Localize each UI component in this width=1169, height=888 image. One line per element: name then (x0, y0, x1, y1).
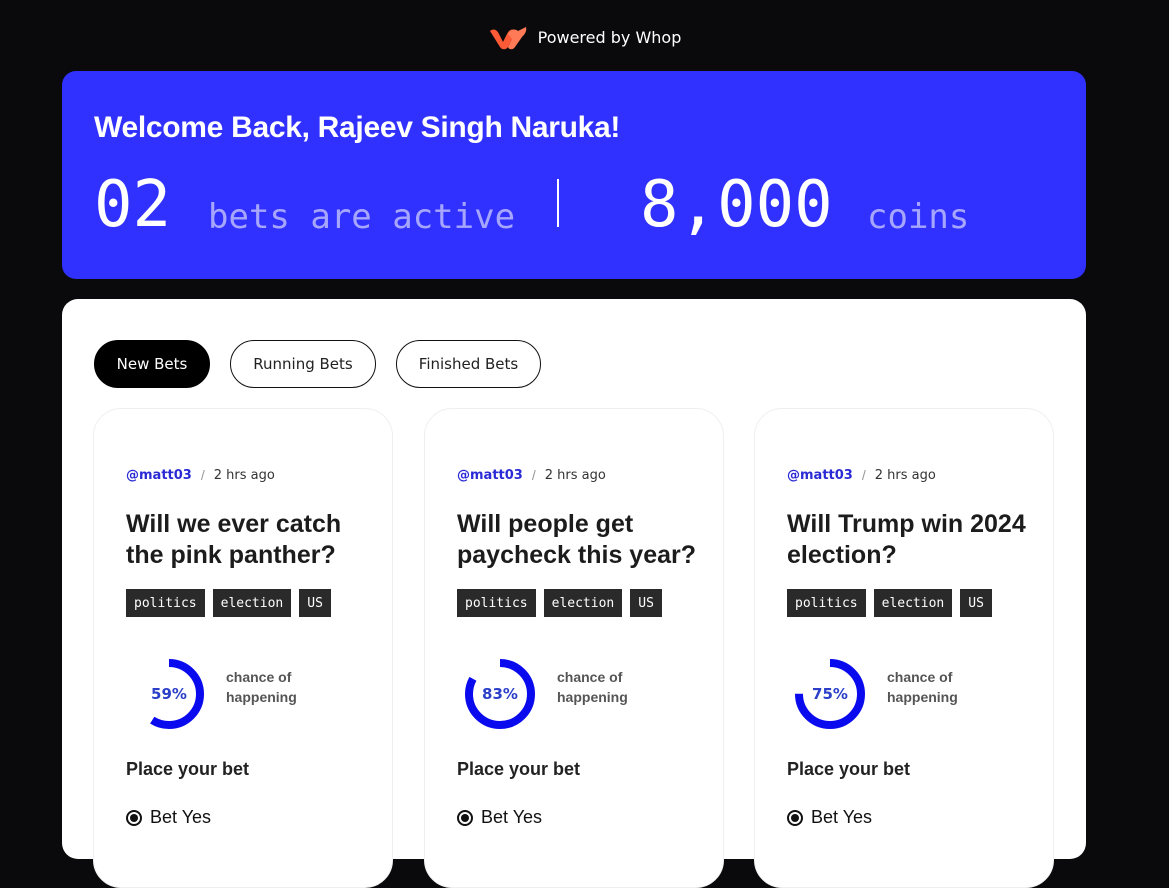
chance-label: chance of happening (226, 669, 297, 705)
radio-button[interactable] (126, 809, 142, 826)
tab-finished-bets[interactable]: Finished Bets (396, 340, 541, 388)
bet-card[interactable]: @matt03 / 2 hrs ago Will people get payc… (424, 408, 724, 888)
author-link[interactable]: @matt03 (787, 468, 853, 483)
bet-card[interactable]: @matt03 / 2 hrs ago Will Trump win 2024 … (754, 408, 1054, 888)
stat-divider (557, 179, 559, 227)
chance-label: chance of happening (887, 669, 958, 705)
radio-selected-dot (791, 813, 799, 822)
author-link[interactable]: @matt03 (126, 468, 192, 483)
tag[interactable]: US (630, 589, 662, 617)
tag[interactable]: politics (787, 589, 866, 617)
place-bet-heading: Place your bet (457, 759, 581, 779)
radio-selected-dot (461, 813, 469, 822)
radio-selected-dot (130, 813, 138, 822)
chance-percent: 59% (151, 685, 187, 703)
powered-by[interactable]: Powered by Whop (488, 25, 682, 51)
bet-yes-label: Bet Yes (811, 807, 873, 827)
tab-new-bets[interactable]: New Bets (94, 340, 210, 388)
radio-button[interactable] (787, 809, 803, 826)
meta-separator: / (861, 467, 866, 483)
active-bets-count: 02 (94, 168, 172, 242)
bet-meta: @matt03 / 2 hrs ago (126, 467, 275, 483)
bet-yes-label: Bet Yes (150, 807, 212, 827)
tag[interactable]: politics (457, 589, 536, 617)
coins-count: 8,000 (640, 168, 833, 242)
radio-button[interactable] (457, 809, 473, 826)
time-ago: 2 hrs ago (213, 467, 275, 483)
bet-question: Will we ever catch the pink panther? (126, 510, 342, 569)
place-bet-heading: Place your bet (787, 759, 911, 779)
welcome-title: Welcome Back, Rajeev Singh Naruka! (94, 111, 621, 144)
tag[interactable]: US (299, 589, 331, 617)
bet-card[interactable]: @matt03 / 2 hrs ago Will we ever catch t… (93, 408, 393, 888)
chance-percent: 75% (812, 685, 848, 703)
bet-yes-label: Bet Yes (481, 807, 543, 827)
chance-label: chance of happening (557, 669, 628, 705)
time-ago: 2 hrs ago (544, 467, 606, 483)
active-bets-label: bets are active (208, 197, 516, 237)
tab-running-bets[interactable]: Running Bets (230, 340, 376, 388)
tag-list: politics election US (457, 589, 662, 617)
time-ago: 2 hrs ago (874, 467, 936, 483)
tag[interactable]: US (960, 589, 992, 617)
whop-logo-icon (489, 26, 526, 49)
tag[interactable]: election (212, 589, 292, 617)
welcome-banner: Welcome Back, Rajeev Singh Naruka! 02 be… (62, 71, 1086, 279)
meta-separator: / (531, 467, 536, 483)
bet-yes-option[interactable]: Bet Yes (787, 807, 872, 828)
meta-separator: / (200, 467, 205, 483)
author-link[interactable]: @matt03 (457, 468, 523, 483)
bet-meta: @matt03 / 2 hrs ago (457, 467, 606, 483)
bet-yes-option[interactable]: Bet Yes (126, 807, 211, 828)
bet-meta: @matt03 / 2 hrs ago (787, 467, 936, 483)
bet-question: Will Trump win 2024 election? (787, 510, 1026, 569)
coins-label: coins (867, 197, 970, 237)
tag[interactable]: election (543, 589, 623, 617)
bet-question: Will people get paycheck this year? (457, 510, 697, 569)
tag-list: politics election US (787, 589, 992, 617)
tag-list: politics election US (126, 589, 331, 617)
tag[interactable]: politics (126, 589, 205, 617)
place-bet-heading: Place your bet (126, 759, 250, 779)
bet-yes-option[interactable]: Bet Yes (457, 807, 542, 828)
tag[interactable]: election (873, 589, 953, 617)
bets-panel: New Bets Running Bets Finished Bets @mat… (62, 299, 1086, 888)
powered-by-text: Powered by Whop (537, 28, 682, 47)
chance-percent: 83% (482, 685, 518, 703)
top-bar: Powered by Whop (0, 0, 1169, 71)
